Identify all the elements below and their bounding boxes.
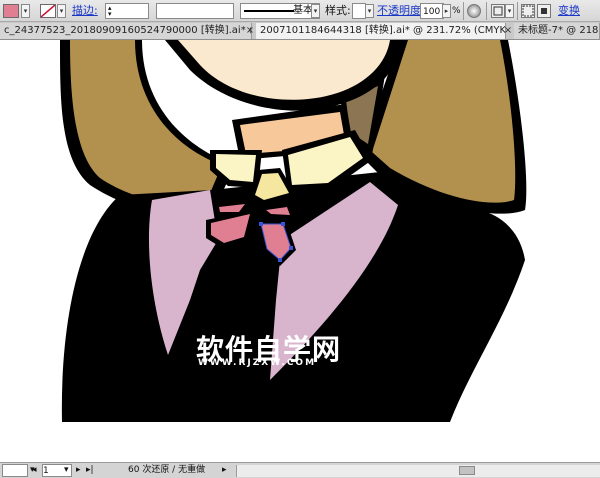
brush-dropdown-icon[interactable]: ▾ [311,4,320,18]
align-icon[interactable] [491,4,505,18]
transform-options-icon[interactable] [537,4,551,18]
control-bar: ▾ ▾ 描边: ▴ ▾ 基本 ▾ 样式: ▾ 不透明度: 100 ▸ % ▾ 变换 [0,0,600,22]
tab-label: 2007101184644318 [转换].ai* @ 231.72% (CMY… [260,25,506,36]
illustration [60,40,527,422]
close-icon[interactable]: × [244,23,256,39]
status-menu-icon[interactable]: ▸ [222,464,227,477]
opacity-value: 100 [423,7,441,17]
opacity-label[interactable]: 不透明度: [377,3,425,19]
tab-document-1[interactable]: c_24377523_20180909160524790000 [转换].ai*… [0,23,252,39]
brush-definition[interactable]: 基本 [240,3,320,19]
close-icon[interactable]: × [502,23,514,39]
document-tabs: c_24377523_20180909160524790000 [转换].ai*… [0,22,600,40]
fill-swatch[interactable] [3,4,19,18]
status-bar: ▾ ◂ 1 ▾ ▸ ▸| 60 次还原 / 无重做 ▸ [0,462,600,478]
separator [463,2,464,20]
recolor-icon[interactable] [467,4,481,18]
anchor-point [289,246,293,250]
stroke-weight-field[interactable]: ▴ ▾ [105,3,149,19]
opacity-dropdown-icon[interactable]: ▸ [442,4,451,18]
tab-label: c_24377523_20180909160524790000 [转换].ai*… [4,25,251,36]
separator [517,2,518,20]
last-artboard-icon[interactable]: ▸| [86,464,94,477]
stroke-dropdown-icon[interactable]: ▾ [57,4,66,18]
tab-label: 未标题-7* @ 218.44 [518,25,599,36]
brush-label: 基本 [293,5,313,16]
artboard-canvas[interactable]: 软件自学网 WWW.RJZXW.COM [0,40,600,462]
scroll-thumb[interactable] [459,466,475,475]
align-dropdown-icon[interactable]: ▾ [505,4,514,18]
separator [486,2,487,20]
watermark-url: WWW.RJZXW.COM [198,358,317,368]
next-artboard-icon[interactable]: ▸ [76,464,81,477]
spinner-icon[interactable]: ▴ ▾ [108,5,112,18]
zoom-field[interactable] [2,464,28,477]
artboard-dropdown-icon[interactable]: ▾ [64,464,69,477]
anchor-point [281,222,285,226]
stroke-swatch[interactable] [40,4,56,18]
horizontal-scrollbar[interactable] [236,465,600,477]
stroke-label[interactable]: 描边: [72,3,98,19]
variable-width-profile[interactable] [156,3,234,19]
style-label: 样式: [325,4,351,17]
opacity-unit: % [452,6,461,16]
style-dropdown-icon[interactable]: ▾ [365,4,374,18]
anchor-point [278,258,282,262]
prev-artboard-icon[interactable]: ◂ [32,464,37,477]
variable-width-value [157,7,159,17]
opacity-field[interactable]: 100 [420,3,444,19]
transform-label[interactable]: 变换 [558,3,580,19]
fill-dropdown-icon[interactable]: ▾ [21,4,30,18]
status-text: 60 次还原 / 无重做 [128,465,206,475]
graphic-style-swatch[interactable] [352,3,366,19]
tab-document-2[interactable]: 2007101184644318 [转换].ai* @ 231.72% (CMY… [256,23,506,39]
anchor-point [259,222,263,226]
artboard-value: 1 [43,466,49,476]
transform-icon[interactable] [521,4,535,18]
tab-document-3[interactable]: 未标题-7* @ 218.44 [514,23,600,39]
